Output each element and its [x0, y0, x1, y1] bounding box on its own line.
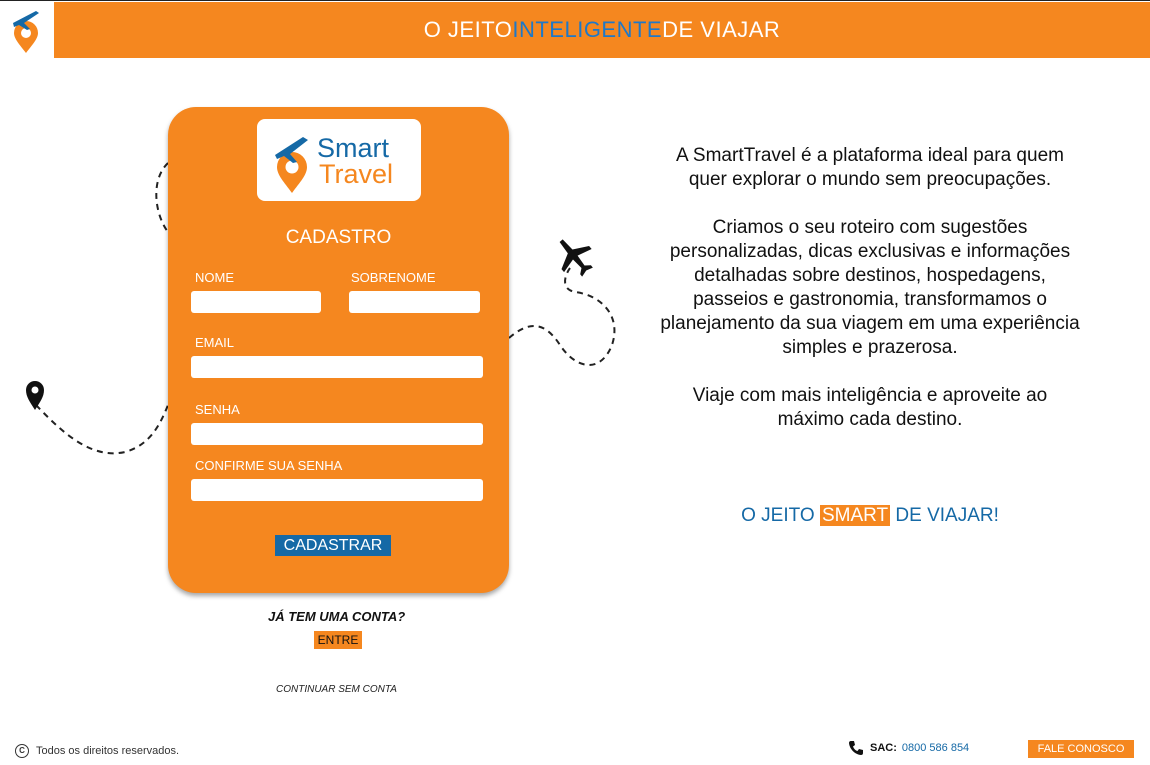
contact-us-button[interactable]: FALE CONOSCO	[1028, 740, 1134, 758]
sac-contact: SAC: 0800 586 854	[848, 740, 969, 756]
brand-logo: Smart Travel	[257, 119, 421, 201]
map-pin-icon	[26, 381, 44, 410]
dashed-path-right	[508, 267, 616, 366]
about-paragraph-2: Criamos o seu roteiro com sugestões pers…	[660, 217, 1080, 358]
about-paragraph-3: Viaje com mais inteligência e aproveite …	[692, 385, 1048, 430]
copyright-text: Todos os direitos reservados.	[36, 745, 180, 757]
slogan: O JEITO SMART DE VIAJAR!	[660, 505, 1080, 527]
phone-icon	[849, 741, 863, 755]
airplane-icon	[559, 239, 593, 277]
slogan-pre: O JEITO	[741, 505, 820, 526]
sac-number[interactable]: 0800 586 854	[902, 742, 969, 754]
dashed-path-lower-left	[35, 404, 169, 455]
copyright: C Todos os direitos reservados.	[15, 744, 179, 758]
dashed-path-upper-left	[155, 162, 169, 233]
first-name-input[interactable]	[191, 291, 321, 313]
last-name-input[interactable]	[349, 291, 480, 313]
continue-without-account-link[interactable]: CONTINUAR SEM CONTA	[276, 684, 397, 695]
email-input[interactable]	[191, 356, 483, 378]
first-name-label: NOME	[195, 270, 234, 285]
slogan-highlight: SMART	[819, 505, 891, 526]
form-title: CADASTRO	[285, 227, 392, 248]
slogan-post: DE VIAJAR!	[890, 505, 999, 526]
copyright-icon: C	[15, 744, 29, 758]
confirm-password-input[interactable]	[191, 479, 483, 501]
about-paragraph-1: A SmartTravel é a plataforma ideal para …	[676, 145, 1064, 190]
signup-card: Smart Travel CADASTRO NOME SOBRENOME EMA…	[168, 107, 509, 593]
about-section: A SmartTravel é a plataforma ideal para …	[660, 144, 1080, 456]
smart-travel-logo-icon: Smart Travel	[275, 133, 393, 193]
email-label: EMAIL	[195, 335, 235, 350]
login-button[interactable]: ENTRE	[314, 631, 362, 649]
password-input[interactable]	[191, 423, 483, 445]
confirm-password-label: CONFIRME SUA SENHA	[195, 458, 343, 473]
sac-label: SAC:	[870, 742, 897, 754]
has-account-text: JÁ TEM UMA CONTA?	[268, 609, 406, 624]
signup-button[interactable]: CADASTRAR	[275, 535, 391, 556]
password-label: SENHA	[195, 402, 240, 417]
last-name-label: SOBRENOME	[351, 270, 436, 285]
brand-line2: Travel	[319, 159, 393, 189]
